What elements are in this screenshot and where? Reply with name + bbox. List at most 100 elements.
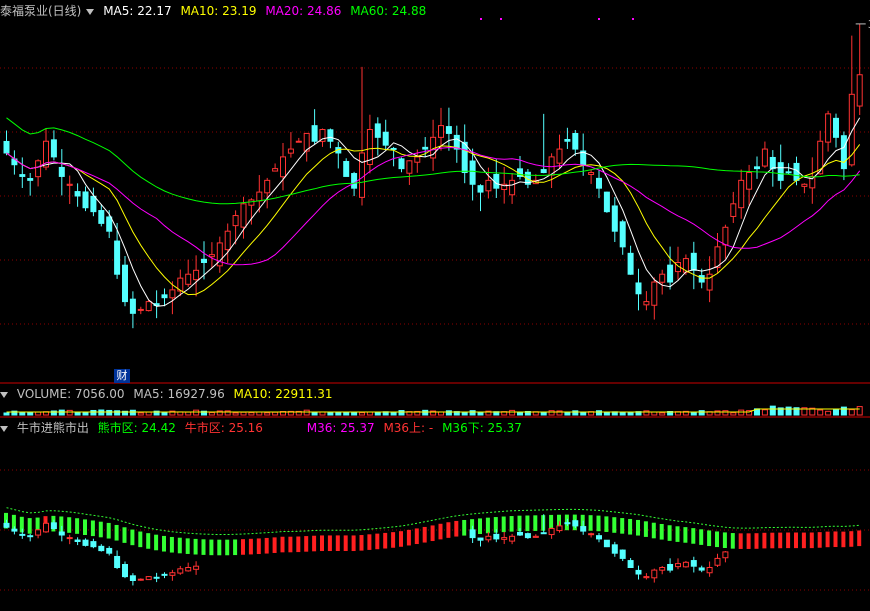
volume-bar <box>264 412 271 416</box>
bear-zone-label: 熊市区: 24.42 <box>97 421 176 435</box>
volume-bar <box>74 411 81 416</box>
indicator-candle-body <box>532 535 539 538</box>
bear-zone-bar <box>146 533 151 549</box>
ma20-label: MA20: 24.86 <box>265 4 342 18</box>
volume-bar <box>129 409 136 416</box>
volume-bar <box>833 409 839 416</box>
m36-label: M36: 25.37 <box>306 421 375 435</box>
indicator-candle-body <box>35 529 42 536</box>
candle-body <box>659 273 666 283</box>
bear-zone-bar <box>209 539 214 556</box>
candle-body <box>35 160 42 178</box>
volume-bar <box>469 410 476 416</box>
bull-zone-bar <box>264 537 269 554</box>
candle-body <box>240 203 247 228</box>
indicator-candle-body <box>698 567 705 571</box>
volume-bar <box>35 411 42 416</box>
indicator-candle-body <box>524 533 531 539</box>
bear-zone-bar <box>114 524 119 541</box>
indicator-candle-body <box>635 569 642 575</box>
ma10-label: MA10: 23.19 <box>180 4 257 18</box>
bear-zone-bar <box>683 527 688 543</box>
candle-body <box>667 264 674 283</box>
candle-body <box>825 113 832 143</box>
candle-body <box>382 131 389 146</box>
volume-bar <box>137 412 144 416</box>
bull-zone-bar <box>857 530 862 547</box>
candle-body <box>722 226 729 246</box>
volume-bar <box>825 410 832 416</box>
bull-zone-bar <box>825 531 830 548</box>
bull-zone-bar <box>801 532 806 549</box>
volume-bar <box>82 412 89 416</box>
candle-body <box>461 141 468 174</box>
candle-body <box>596 177 602 189</box>
ma5-label: MA5: 22.17 <box>103 4 172 18</box>
stock-chart[interactable]: 3 <box>0 0 870 611</box>
indicator-candle-body <box>493 533 500 540</box>
indicator-candle-body <box>580 526 587 532</box>
dropdown-icon[interactable] <box>0 425 8 432</box>
candle-body <box>58 166 65 177</box>
bull-zone-label: 牛市区: 25.16 <box>184 421 263 435</box>
indicator-candle-body <box>714 557 721 566</box>
volume-bar <box>856 406 863 416</box>
finance-badge[interactable]: 财 <box>114 369 130 383</box>
stock-title[interactable]: 泰福泵业(日线) <box>0 4 81 18</box>
candle-body <box>74 191 81 197</box>
event-dot <box>500 18 502 20</box>
event-dot <box>598 18 600 20</box>
bull-zone-bar <box>414 528 419 545</box>
candle-body <box>3 140 10 154</box>
volume-bar <box>580 412 587 416</box>
bull-zone-bar <box>304 536 309 552</box>
indicator-title[interactable]: 牛市进熊市出 <box>17 421 89 435</box>
bull-zone-bar <box>778 532 783 549</box>
candle-body <box>201 258 207 263</box>
volume-bar <box>327 412 334 416</box>
candle-body <box>295 140 302 143</box>
bull-zone-bar <box>786 532 791 549</box>
candle-body <box>785 171 792 174</box>
bull-zone-bar <box>406 529 411 546</box>
candle-body <box>611 205 618 232</box>
m36-up-label: M36上: - <box>383 421 434 435</box>
bear-zone-bar <box>106 522 111 539</box>
dropdown-icon[interactable] <box>86 8 95 15</box>
volume-bar <box>359 412 365 416</box>
candle-body <box>398 158 405 170</box>
volume-bar <box>659 412 666 416</box>
bear-zone-bar <box>533 515 538 531</box>
bear-zone-bar <box>169 536 174 553</box>
bull-zone-bar <box>296 536 301 553</box>
bear-zone-bar <box>675 526 680 542</box>
indicator-candle-body <box>185 567 192 572</box>
volume-bar <box>840 406 847 416</box>
volume-bar <box>185 411 192 416</box>
candle-body <box>572 132 579 150</box>
candle-body <box>390 147 397 150</box>
volume-bar <box>161 412 168 416</box>
bull-zone-bar <box>327 535 332 552</box>
bear-zone-bar <box>162 535 166 552</box>
indicator-candle-body <box>540 532 547 535</box>
indicator-candle-body <box>177 568 184 574</box>
candle-body <box>50 139 57 158</box>
dropdown-icon[interactable] <box>0 391 8 398</box>
volume-bar <box>564 411 571 416</box>
candle-body <box>730 203 737 217</box>
volume-bar <box>311 412 318 416</box>
candle-body <box>540 169 547 174</box>
bull-zone-bar <box>746 533 751 549</box>
volume-bar <box>817 409 824 416</box>
candle-body <box>422 146 429 150</box>
indicator-candle-body <box>114 555 121 568</box>
candle-body <box>801 183 808 187</box>
candle-body <box>327 129 334 142</box>
candle-body <box>114 240 121 275</box>
indicator-panel-header: 牛市进熊市出 熊市区: 24.42 牛市区: 25.16 M36: 25.37 … <box>0 419 527 437</box>
bull-zone-bar <box>849 531 854 547</box>
bull-zone-bar <box>241 539 245 555</box>
volume-bar <box>66 409 73 416</box>
bull-zone-bar <box>438 523 443 540</box>
